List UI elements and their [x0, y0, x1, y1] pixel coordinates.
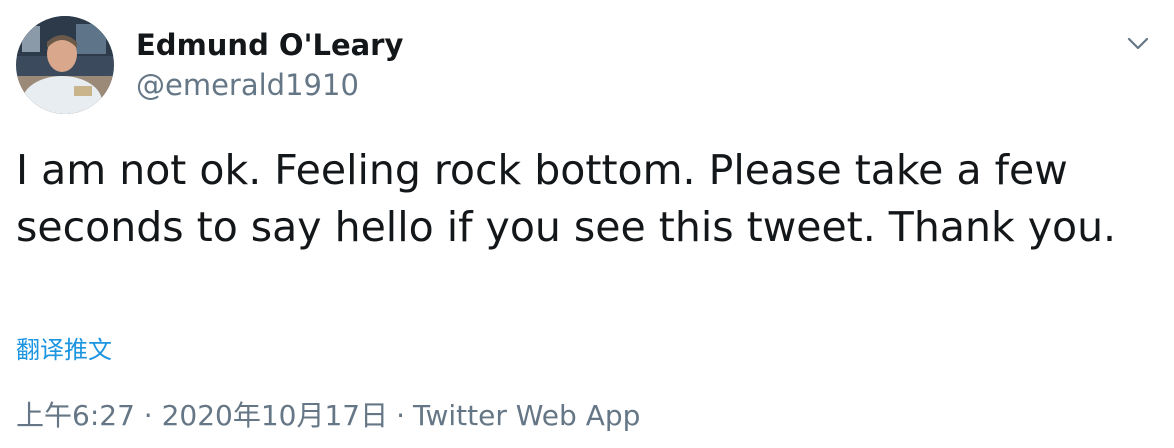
author-handle[interactable]: @emerald1910: [136, 66, 403, 104]
tweet-metadata: 上午6:27 · 2020年10月17日 · Twitter Web App: [16, 398, 640, 434]
tweet-source[interactable]: Twitter Web App: [413, 399, 640, 432]
tweet-timestamp[interactable]: 上午6:27 · 2020年10月17日: [16, 399, 388, 432]
author-block[interactable]: Edmund O'Leary @emerald1910: [136, 26, 403, 104]
tweet-text: I am not ok. Feeling rock bottom. Please…: [16, 146, 1117, 251]
translate-tweet-link[interactable]: 翻译推文: [16, 334, 112, 366]
avatar-image: [16, 16, 114, 114]
metadata-separator: ·: [396, 399, 406, 432]
author-display-name[interactable]: Edmund O'Leary: [136, 26, 403, 64]
tweet-card: Edmund O'Leary @emerald1910 I am not ok.…: [0, 0, 1174, 448]
author-avatar[interactable]: [16, 16, 114, 114]
chevron-down-icon[interactable]: [1124, 30, 1152, 58]
